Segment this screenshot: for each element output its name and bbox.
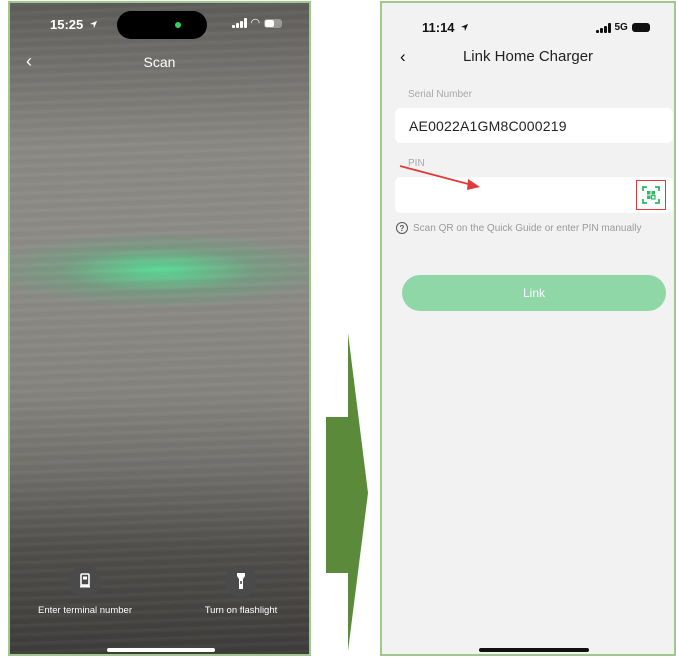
qr-scan-icon xyxy=(642,186,660,204)
comparison-canvas: 15:25 ◠ ‹ Scan Enter terminal number Tur… xyxy=(0,0,676,657)
camera-indicator xyxy=(175,22,181,28)
page-title: Scan xyxy=(143,54,176,70)
annotation-arrow xyxy=(399,165,480,190)
status-icons: ◠ xyxy=(232,17,283,29)
scan-screen: 15:25 ◠ ‹ Scan Enter terminal number Tur… xyxy=(8,1,311,656)
qr-scan-button[interactable] xyxy=(636,180,666,210)
serial-number-label: Serial Number xyxy=(408,89,472,100)
location-arrow-icon xyxy=(461,23,469,32)
camera-feed xyxy=(10,3,309,654)
link-button[interactable]: Link xyxy=(402,275,666,311)
link-home-charger-screen: 11:14 5G ‹ Link Home Charger Serial Numb… xyxy=(380,1,676,656)
status-time-text: 11:14 xyxy=(422,20,455,35)
location-arrow-icon xyxy=(89,20,97,29)
network-type: 5G xyxy=(614,22,628,33)
terminal-number-icon xyxy=(69,565,101,597)
status-time: 15:25 xyxy=(50,17,98,32)
flashlight-icon xyxy=(225,565,257,597)
wifi-icon: ◠ xyxy=(250,17,261,29)
status-icons: 5G xyxy=(596,22,650,33)
enter-terminal-number-label: Enter terminal number xyxy=(38,605,132,616)
signal-icon xyxy=(232,18,247,28)
home-indicator[interactable] xyxy=(479,648,589,652)
dynamic-island xyxy=(117,11,207,39)
page-title: Link Home Charger xyxy=(462,48,594,65)
status-time-text: 15:25 xyxy=(50,17,84,32)
pin-hint: ? Scan QR on the Quick Guide or enter PI… xyxy=(396,222,641,234)
status-time: 11:14 xyxy=(422,20,469,35)
serial-number-value: AE0022A1GM8C000219 xyxy=(409,118,567,134)
battery-icon xyxy=(631,23,650,32)
flashlight-label: Turn on flashlight xyxy=(204,605,278,616)
enter-terminal-number-button[interactable]: Enter terminal number xyxy=(20,565,150,616)
flashlight-button[interactable]: Turn on flashlight xyxy=(176,565,306,616)
serial-number-field[interactable]: AE0022A1GM8C000219 xyxy=(395,108,673,143)
home-indicator[interactable] xyxy=(107,648,215,652)
hint-text: Scan QR on the Quick Guide or enter PIN … xyxy=(413,222,642,234)
transition-arrow xyxy=(326,333,368,651)
battery-icon xyxy=(264,18,283,28)
signal-icon xyxy=(596,22,611,33)
help-circle-icon: ? xyxy=(396,222,408,234)
